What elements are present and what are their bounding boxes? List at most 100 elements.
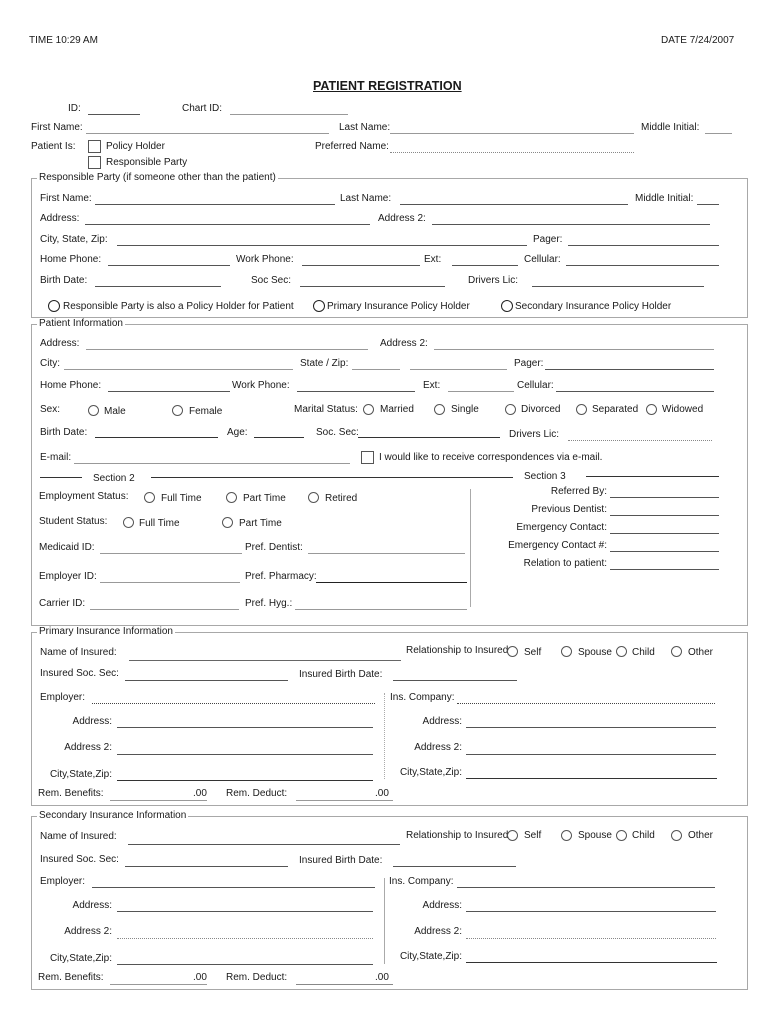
pref-hyg-field[interactable] — [295, 609, 467, 610]
sec-rel-other-radio[interactable] — [671, 830, 682, 841]
student-parttime-radio[interactable] — [222, 517, 233, 528]
pi-pager-field[interactable] — [545, 369, 714, 370]
pref-dentist-field[interactable] — [308, 553, 465, 554]
marital-separated-radio[interactable] — [576, 404, 587, 415]
sec-ins-address2-field[interactable] — [466, 938, 716, 939]
employment-retired-label: Retired — [325, 493, 358, 504]
pref-pharmacy-field[interactable] — [316, 582, 467, 583]
pi-email-field[interactable] — [74, 463, 350, 464]
pi-drivers-lic-field[interactable] — [568, 440, 712, 441]
employment-retired-radio[interactable] — [308, 492, 319, 503]
sec-rem-deduct-field[interactable] — [296, 984, 393, 985]
rp-last-name-field[interactable] — [400, 204, 628, 205]
sec-employer-city-field[interactable] — [117, 964, 373, 965]
emergency-contact-number-field[interactable] — [610, 551, 719, 552]
chart-id-field[interactable] — [230, 114, 348, 115]
rp-work-phone-field[interactable] — [302, 265, 420, 266]
marital-divorced-radio[interactable] — [505, 404, 516, 415]
rp-primary-holder-radio[interactable] — [313, 300, 325, 312]
last-name-field[interactable] — [390, 133, 634, 134]
marital-married-radio[interactable] — [363, 404, 374, 415]
pi-address-field[interactable] — [86, 349, 368, 350]
sec-insured-birth-date-field[interactable] — [393, 866, 516, 867]
marital-widowed-radio[interactable] — [646, 404, 657, 415]
sec-ins-address-field[interactable] — [466, 911, 716, 912]
emergency-contact-field[interactable] — [610, 533, 719, 534]
pi-birth-date-field[interactable] — [95, 437, 218, 438]
rp-cellular-field[interactable] — [566, 265, 719, 266]
pi-soc-sec-label: Soc. Sec: — [316, 427, 359, 438]
email-opt-in-checkbox[interactable] — [361, 451, 374, 464]
pi-cellular-field[interactable] — [556, 391, 714, 392]
pri-employer-address2-field[interactable] — [117, 754, 373, 755]
pri-employer-field[interactable] — [92, 703, 375, 704]
rp-drivers-lic-field[interactable] — [532, 286, 704, 287]
pri-rel-self-radio[interactable] — [507, 646, 518, 657]
pi-age-field[interactable] — [254, 437, 304, 438]
sec-ins-city-field[interactable] — [466, 962, 717, 963]
relation-to-patient-field[interactable] — [610, 569, 719, 570]
pi-work-phone-field[interactable] — [297, 391, 415, 392]
sec-insured-soc-sec-field[interactable] — [125, 866, 288, 867]
carrier-id-field[interactable] — [90, 609, 239, 610]
pi-ext-field[interactable] — [448, 391, 514, 392]
rp-birth-date-field[interactable] — [95, 286, 221, 287]
pi-address2-field[interactable] — [434, 349, 714, 350]
pri-rem-deduct-field[interactable] — [296, 800, 393, 801]
sec-employer-address2-field[interactable] — [117, 938, 373, 939]
referred-by-field[interactable] — [610, 497, 719, 498]
sec-name-of-insured-field[interactable] — [128, 844, 400, 845]
policy-holder-checkbox[interactable] — [88, 140, 101, 153]
rp-address2-field[interactable] — [432, 224, 710, 225]
employer-id-field[interactable] — [100, 582, 240, 583]
previous-dentist-field[interactable] — [610, 515, 719, 516]
pri-rel-other-radio[interactable] — [671, 646, 682, 657]
rp-secondary-holder-radio[interactable] — [501, 300, 513, 312]
first-name-field[interactable] — [86, 133, 329, 134]
sec-rel-child-radio[interactable] — [616, 830, 627, 841]
sec-employer-field[interactable] — [92, 887, 375, 888]
preferred-name-field[interactable] — [390, 152, 634, 153]
responsible-party-checkbox[interactable] — [88, 156, 101, 169]
pri-rem-benefits-field[interactable] — [110, 800, 207, 801]
rp-soc-sec-field[interactable] — [300, 286, 445, 287]
middle-initial-field[interactable] — [705, 133, 732, 134]
pri-employer-city-field[interactable] — [117, 780, 373, 781]
pi-home-phone-field[interactable] — [108, 391, 230, 392]
rp-middle-initial-field[interactable] — [697, 204, 719, 205]
sec-rem-benefits-field[interactable] — [110, 984, 207, 985]
employment-fulltime-radio[interactable] — [144, 492, 155, 503]
rp-policy-holder-radio[interactable] — [48, 300, 60, 312]
pri-name-of-insured-field[interactable] — [129, 660, 401, 661]
rp-city-state-zip-field[interactable] — [117, 245, 527, 246]
pi-state-field[interactable] — [352, 369, 400, 370]
pi-zip-field[interactable] — [410, 369, 507, 370]
pri-employer-address-field[interactable] — [117, 727, 373, 728]
pri-ins-address2-field[interactable] — [466, 754, 716, 755]
pi-soc-sec-field[interactable] — [358, 437, 500, 438]
pri-rel-spouse-radio[interactable] — [561, 646, 572, 657]
id-field[interactable] — [88, 114, 140, 115]
employment-parttime-radio[interactable] — [226, 492, 237, 503]
pi-city-field[interactable] — [64, 369, 293, 370]
sec-employer-address-field[interactable] — [117, 911, 373, 912]
sec-rel-self-radio[interactable] — [507, 830, 518, 841]
marital-single-radio[interactable] — [434, 404, 445, 415]
rp-home-phone-field[interactable] — [108, 265, 230, 266]
rp-address-field[interactable] — [85, 224, 370, 225]
sec-rel-spouse-radio[interactable] — [561, 830, 572, 841]
medicaid-id-field[interactable] — [100, 553, 242, 554]
sex-male-radio[interactable] — [88, 405, 99, 416]
rp-ext-field[interactable] — [452, 265, 518, 266]
student-fulltime-radio[interactable] — [123, 517, 134, 528]
sex-female-radio[interactable] — [172, 405, 183, 416]
pri-rel-child-radio[interactable] — [616, 646, 627, 657]
rp-pager-field[interactable] — [568, 245, 719, 246]
pri-ins-address-field[interactable] — [466, 727, 716, 728]
pri-ins-city-field[interactable] — [466, 778, 717, 779]
pri-insured-soc-sec-field[interactable] — [125, 680, 288, 681]
sec-ins-company-field[interactable] — [457, 887, 715, 888]
pri-ins-company-field[interactable] — [457, 703, 715, 704]
rp-first-name-field[interactable] — [95, 204, 335, 205]
pri-insured-birth-date-field[interactable] — [393, 680, 517, 681]
